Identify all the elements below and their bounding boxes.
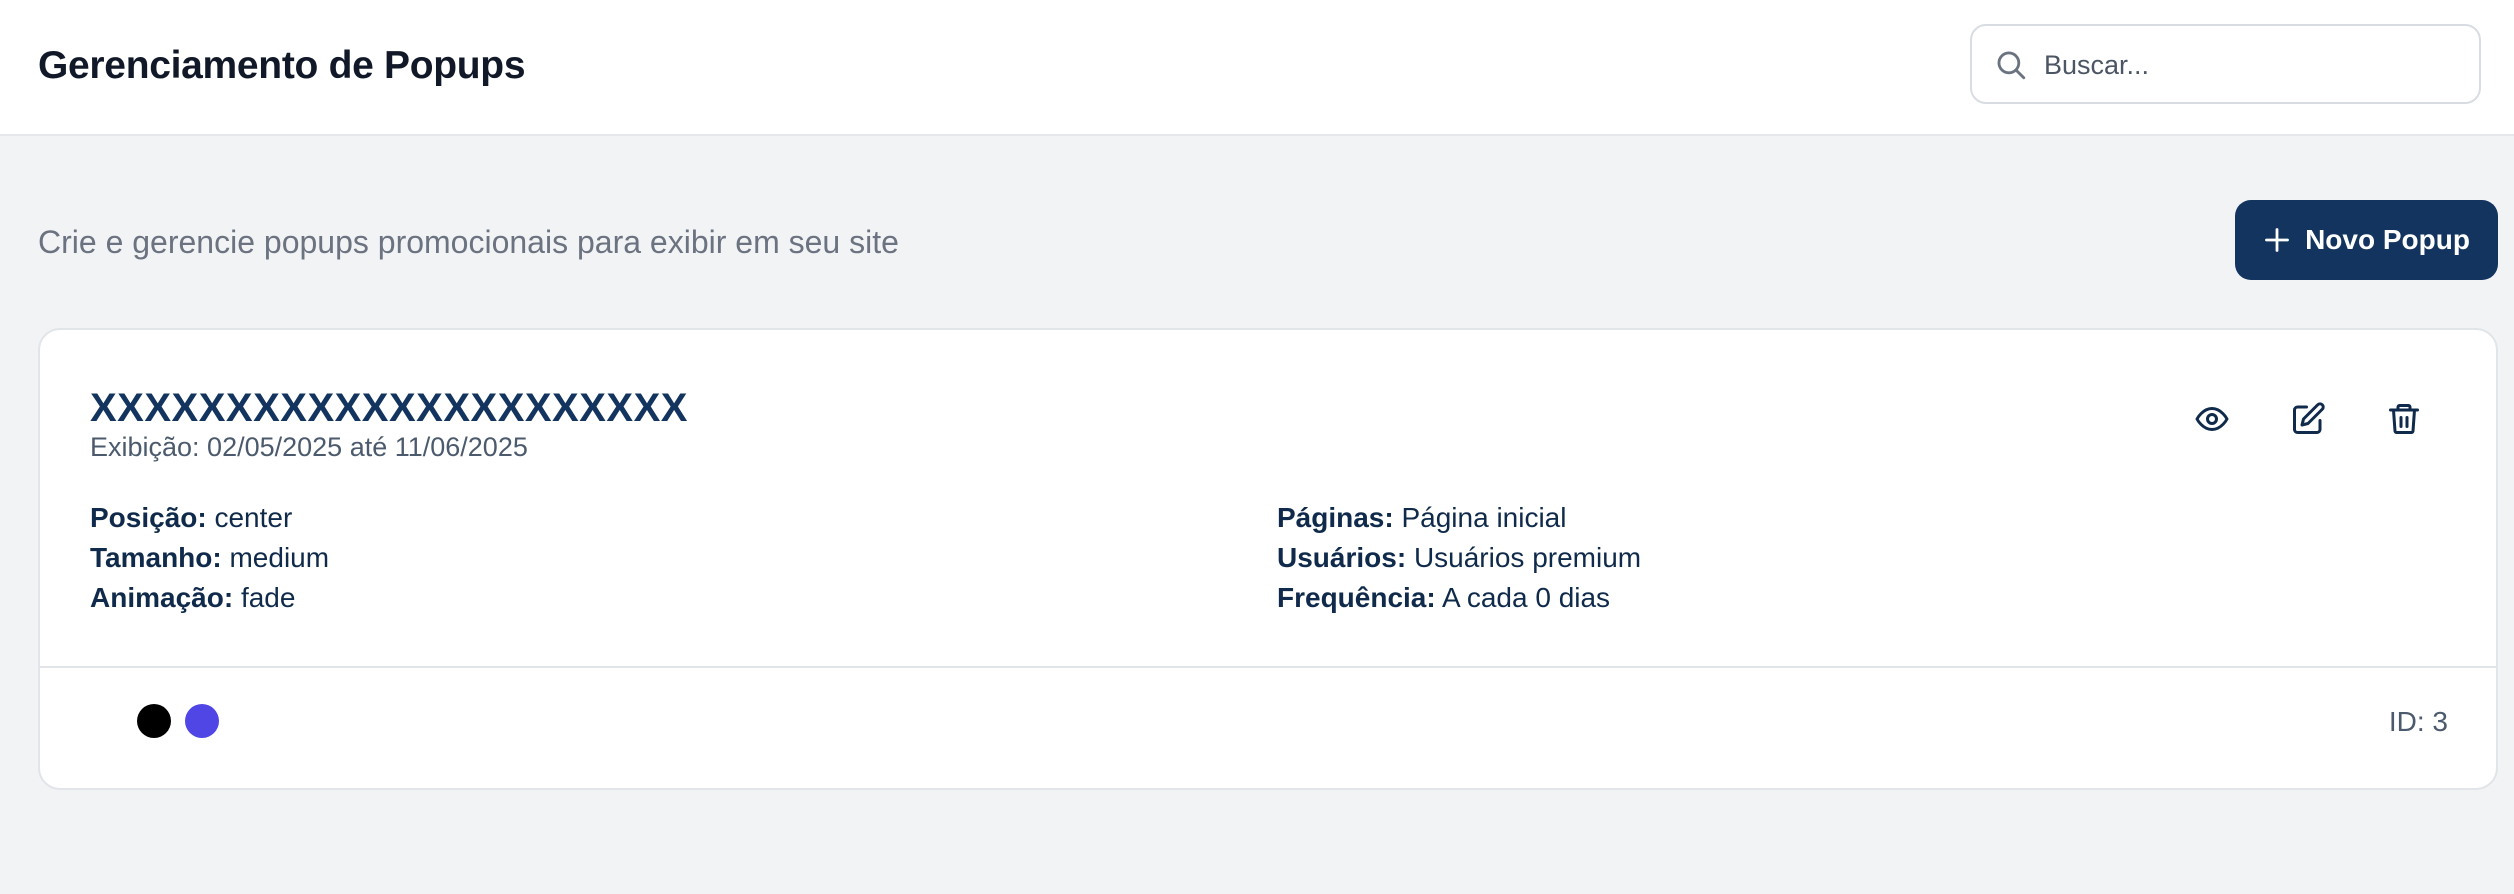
size-label: Tamanho: [90,542,222,573]
search-box[interactable] [1970,24,2481,104]
top-bar: Gerenciamento de Popups [0,0,2514,136]
color-swatch-primary [137,704,171,738]
pages-row: Páginas: Página inicial [1277,502,1566,534]
popup-card: XXXXXXXXXXXXXXXXXXXXXX Exibição: 02/05/2… [38,328,2498,790]
position-value: center [214,502,293,533]
color-swatch-secondary [185,704,219,738]
users-label: Usuários: [1277,542,1407,573]
new-popup-button[interactable]: Novo Popup [2235,200,2498,280]
pages-value: Página inicial [1401,502,1567,533]
frequency-label: Frequência: [1277,582,1436,613]
users-row: Usuários: Usuários premium [1277,542,1641,574]
pages-label: Páginas: [1277,502,1394,533]
animation-value: fade [240,582,296,613]
eye-icon [2195,407,2229,431]
view-button[interactable] [2189,396,2235,442]
edit-icon [2293,402,2325,434]
animation-row: Animação: fade [90,582,295,614]
position-label: Posição: [90,502,207,533]
popup-display-dates: Exibição: 02/05/2025 até 11/06/2025 [90,432,528,462]
popup-title: XXXXXXXXXXXXXXXXXXXXXX [90,386,688,430]
edit-button[interactable] [2285,396,2331,442]
frequency-row: Frequência: A cada 0 dias [1277,582,1610,614]
search-icon [1997,51,2026,80]
users-value: Usuários premium [1413,542,1642,573]
trash-icon [2389,404,2419,434]
new-popup-label: Novo Popup [2305,224,2470,255]
page-title: Gerenciamento de Popups [38,44,526,87]
position-row: Posição: center [90,502,292,534]
search-input[interactable] [2044,44,2464,86]
page-subtitle: Crie e gerencie popups promocionais para… [38,224,899,260]
popup-id: ID: 3 [2388,706,2448,737]
plus-icon [2265,228,2289,252]
frequency-value: A cada 0 dias [1441,582,1611,613]
delete-button[interactable] [2381,396,2427,442]
size-value: medium [229,542,330,573]
size-row: Tamanho: medium [90,542,329,574]
card-divider [40,666,2496,668]
animation-label: Animação: [90,582,234,613]
